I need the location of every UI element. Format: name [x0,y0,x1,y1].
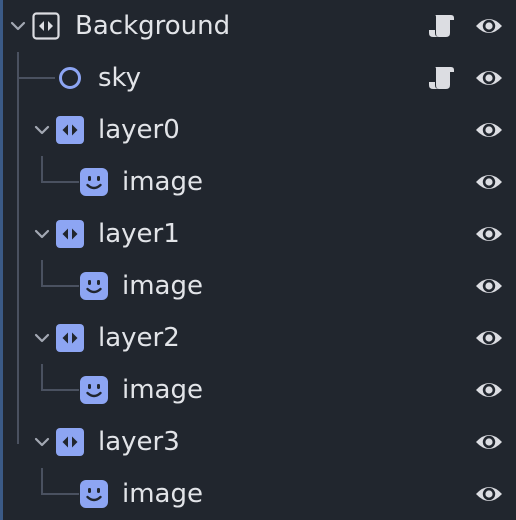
parallax-layer-icon [56,428,84,456]
tree-item-layer0[interactable]: layer0 [0,104,516,156]
tree-item-layer3-image[interactable]: image [0,468,516,520]
parallax-background-icon [32,12,60,40]
tree-item-label: layer1 [98,219,180,249]
parallax-layer-icon [56,116,84,144]
sprite-icon [80,376,108,404]
visibility-eye-icon[interactable] [474,428,504,456]
tree-item-layer2-image[interactable]: image [0,364,516,416]
script-icon[interactable] [426,12,456,40]
visibility-eye-icon[interactable] [474,272,504,300]
tree-item-label: sky [98,63,142,93]
tree-item-background[interactable]: Background [0,0,516,52]
tree-item-layer3[interactable]: layer3 [0,416,516,468]
visibility-eye-icon[interactable] [474,220,504,248]
visibility-eye-icon[interactable] [474,12,504,40]
tree-item-label: Background [75,11,231,41]
visibility-eye-icon[interactable] [474,64,504,92]
tree-item-layer1[interactable]: layer1 [0,208,516,260]
visibility-eye-icon[interactable] [474,480,504,508]
tree-item-label: layer0 [98,115,180,145]
tree-item-layer2[interactable]: layer2 [0,312,516,364]
parallax-layer-icon [56,324,84,352]
chevron-down-icon[interactable] [6,14,30,38]
scene-tree: Background sky layer0 image layer1 image… [0,0,516,520]
tree-item-label: layer3 [98,427,180,457]
tree-item-layer1-image[interactable]: image [0,260,516,312]
tree-item-layer0-image[interactable]: image [0,156,516,208]
sprite-icon [80,480,108,508]
parallax-layer-icon [56,220,84,248]
tree-item-label: layer2 [98,323,180,353]
chevron-down-icon[interactable] [30,118,54,142]
tree-item-label: image [122,479,203,509]
node-circle-icon [56,64,84,92]
visibility-eye-icon[interactable] [474,376,504,404]
sprite-icon [80,272,108,300]
chevron-down-icon[interactable] [30,222,54,246]
sprite-icon [80,168,108,196]
chevron-down-icon[interactable] [30,430,54,454]
tree-item-label: image [122,271,203,301]
tree-item-label: image [122,375,203,405]
visibility-eye-icon[interactable] [474,116,504,144]
script-icon[interactable] [426,64,456,92]
chevron-down-icon[interactable] [30,326,54,350]
visibility-eye-icon[interactable] [474,168,504,196]
tree-item-sky[interactable]: sky [0,52,516,104]
visibility-eye-icon[interactable] [474,324,504,352]
tree-item-label: image [122,167,203,197]
